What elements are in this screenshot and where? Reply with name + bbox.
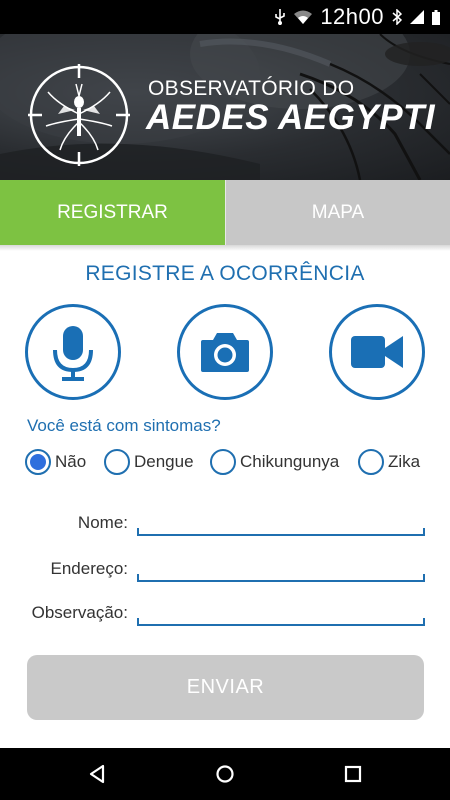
usb-icon — [275, 9, 286, 25]
symptoms-question: Você está com sintomas? — [27, 416, 221, 435]
home-circle-icon[interactable] — [213, 762, 237, 786]
header-title: AEDES AEGYPTI — [146, 98, 436, 137]
radio-option-dengue[interactable]: Dengue — [104, 449, 194, 475]
symptoms-radio-group: Não Dengue Chikungunya Zika — [0, 449, 450, 479]
radio-selected-dot — [30, 454, 46, 470]
radio-button[interactable] — [210, 449, 236, 475]
address-input-underline — [137, 574, 425, 582]
section-title: REGISTRE A OCORRÊNCIA — [85, 262, 365, 285]
back-triangle-icon[interactable] — [85, 762, 109, 786]
notes-input-underline — [137, 618, 425, 626]
radio-button[interactable] — [104, 449, 130, 475]
camera-icon — [201, 333, 249, 372]
radio-option-nao[interactable]: Não — [25, 449, 86, 475]
status-bar: 12h00 — [0, 0, 450, 34]
recents-square-icon[interactable] — [341, 762, 365, 786]
record-video-button[interactable] — [329, 304, 425, 400]
tab-shadow-divider — [0, 245, 450, 251]
mosquito-crosshair-icon — [28, 64, 130, 166]
battery-icon — [432, 9, 440, 25]
tab-bar: REGISTRAR MAPA — [0, 180, 450, 245]
radio-label-nao: Não — [55, 452, 87, 471]
radio-label-zika: Zika — [388, 452, 421, 471]
radio-option-chikungunya[interactable]: Chikungunya — [210, 449, 339, 475]
tab-registrar[interactable]: REGISTRAR — [0, 180, 225, 245]
record-audio-button[interactable] — [25, 304, 121, 400]
name-input-underline — [137, 528, 425, 536]
wifi-icon — [294, 10, 313, 24]
bluetooth-icon — [392, 9, 402, 25]
radio-button[interactable] — [358, 449, 384, 475]
radio-option-zika[interactable]: Zika — [358, 449, 420, 475]
name-label: Nome: — [77, 513, 128, 532]
system-nav-bar — [0, 748, 450, 800]
status-time: 12h00 — [320, 4, 384, 29]
notes-label: Observação: — [31, 603, 128, 622]
submit-button[interactable]: ENVIAR — [27, 655, 424, 720]
microphone-icon — [53, 326, 93, 381]
radio-label-dengue: Dengue — [134, 452, 194, 471]
take-photo-button[interactable] — [177, 304, 273, 400]
tab-mapa[interactable]: MAPA — [225, 180, 450, 245]
app-header: OBSERVATÓRIO DO AEDES AEGYPTI — [0, 34, 450, 180]
radio-label-chikungunya: Chikungunya — [240, 452, 340, 471]
radio-button-selected[interactable] — [25, 449, 51, 475]
address-label: Endereço: — [50, 559, 129, 578]
video-camera-icon — [351, 336, 403, 368]
signal-icon — [410, 10, 424, 24]
